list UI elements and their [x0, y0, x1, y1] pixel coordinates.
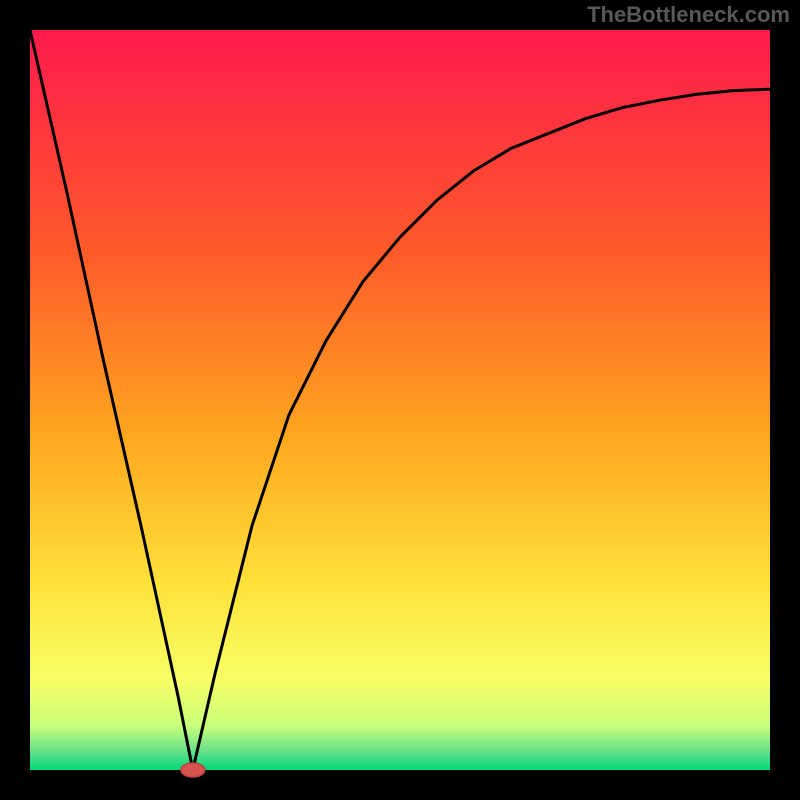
minimum-marker [181, 763, 205, 777]
plot-area [30, 30, 770, 770]
chart-container: TheBottleneck.com [0, 0, 800, 800]
watermark-text: TheBottleneck.com [587, 2, 790, 28]
bottleneck-chart [0, 0, 800, 800]
